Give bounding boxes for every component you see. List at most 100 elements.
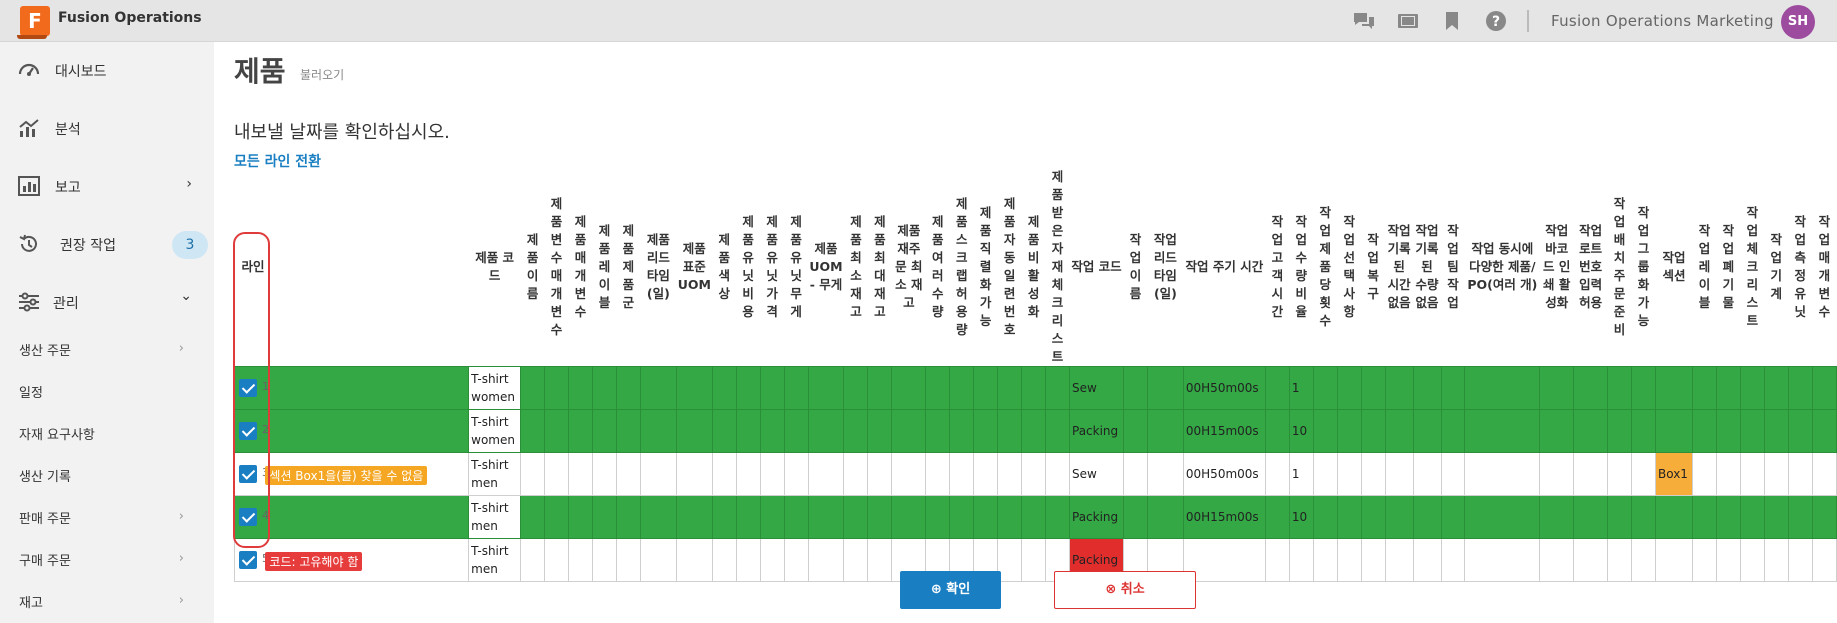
sidebar-item-reports[interactable]: 보고 › xyxy=(0,166,214,206)
sidebar-sub-production-records[interactable]: 생산 기록 xyxy=(0,460,214,490)
table-cell xyxy=(1384,452,1414,496)
page-title: 제품 xyxy=(234,55,286,88)
table-cell xyxy=(591,452,617,496)
history-icon xyxy=(18,233,40,255)
table-cell xyxy=(675,366,713,410)
table-cell xyxy=(1336,495,1362,539)
table-cell xyxy=(544,366,570,410)
table-cell xyxy=(1739,452,1765,496)
table-cell xyxy=(1739,495,1765,539)
video-icon[interactable] xyxy=(1397,10,1419,32)
table-row[interactable]: 5코드: 고유해야 함T-shirt menPacking xyxy=(234,538,1837,582)
table-row[interactable]: 3섹션 Box1을(를) 찾을 수 없음T-shirt menSew00H50m… xyxy=(234,452,1837,496)
column-header: 작업 복구 xyxy=(1367,232,1379,301)
sidebar-sub-schedule[interactable]: 일정 xyxy=(0,376,214,406)
table-cell xyxy=(1122,409,1148,453)
table-cell xyxy=(1573,452,1609,496)
table-cell xyxy=(925,452,951,496)
column-header: 제품 유닛 무게 xyxy=(790,214,802,319)
table-cell xyxy=(973,409,999,453)
chat-icon[interactable] xyxy=(1353,10,1375,32)
table-cell xyxy=(891,452,927,496)
table-cell xyxy=(1021,452,1047,496)
column-header: 작업 체크리스트 xyxy=(1746,205,1759,328)
column-header: 제품 받은 자재 체크리스트 xyxy=(1051,169,1064,364)
sidebar-sub-label: 생산 기록 xyxy=(19,470,71,485)
column-header xyxy=(271,168,468,367)
chevron-down-icon: ⌄ xyxy=(180,288,192,304)
sidebar-item-recommended[interactable]: 권장 작업 3 xyxy=(0,224,214,264)
sidebar-sub-label: 생산 주문 xyxy=(19,344,71,359)
column-header: 제품 유닛 가격 xyxy=(766,214,778,319)
sidebar-item-analytics[interactable]: 분석 xyxy=(0,108,214,148)
section-cell xyxy=(1654,538,1693,582)
table-cell xyxy=(520,409,546,453)
row-checkbox[interactable] xyxy=(239,379,257,397)
table-cell xyxy=(615,495,641,539)
fusion-logo[interactable]: F xyxy=(17,6,50,39)
table-cell xyxy=(867,495,893,539)
table-cell xyxy=(1122,495,1148,539)
table-cell xyxy=(843,495,869,539)
sidebar-sub-production-orders[interactable]: 생산 주문 › xyxy=(0,334,214,364)
table-cell xyxy=(1691,495,1717,539)
column-header: 작업 폐기물 xyxy=(1722,223,1735,310)
table-cell xyxy=(1607,495,1633,539)
row-checkbox[interactable] xyxy=(239,508,257,526)
column-header: 제품 이름 xyxy=(526,232,539,301)
table-cell xyxy=(997,366,1023,410)
table-cell xyxy=(711,495,737,539)
table-cell xyxy=(783,409,809,453)
table-cell xyxy=(1787,409,1813,453)
cancel-button[interactable]: ⊗ 취소 xyxy=(1054,571,1196,609)
avatar[interactable]: SH xyxy=(1781,5,1815,39)
cycle-time-cell: 00H15m00s xyxy=(1182,409,1266,453)
column-header: 제품 여러 수량 xyxy=(932,214,944,319)
app-title[interactable]: Fusion Operations xyxy=(58,10,202,26)
sidebar-sub-material-requirements[interactable]: 자재 요구사항 xyxy=(0,418,214,448)
table-cell xyxy=(1787,495,1813,539)
op-code-cell: Packing xyxy=(1069,495,1124,539)
line-cell: 4 xyxy=(234,495,272,539)
row-checkbox[interactable] xyxy=(239,465,257,483)
table-cell xyxy=(1440,538,1466,582)
table-cell xyxy=(1811,538,1837,582)
table-cell xyxy=(675,452,713,496)
table-cell xyxy=(1146,366,1184,410)
help-icon[interactable]: ? xyxy=(1485,10,1507,32)
qty-ratio-cell: 1 xyxy=(1288,366,1314,410)
table-cell xyxy=(1360,409,1386,453)
org-name[interactable]: Fusion Operations Marketing xyxy=(1551,12,1774,30)
table-cell xyxy=(1264,452,1290,496)
column-header: 작업 팀 작업 xyxy=(1447,223,1459,310)
sidebar-sub-purchase-orders[interactable]: 구매 주문 › xyxy=(0,544,214,574)
top-bar: F Fusion Operations ? Fusion Operations … xyxy=(0,0,1837,42)
sidebar-item-dashboard[interactable]: 대시보드 xyxy=(0,50,214,90)
table-row[interactable]: 1 T-shirt women Sew 00H50m00s 1 xyxy=(234,366,1837,410)
table-cell xyxy=(1312,452,1338,496)
table-cell xyxy=(1464,366,1541,410)
row-checkbox[interactable] xyxy=(239,422,257,440)
table-cell xyxy=(1715,366,1741,410)
column-header: 작업 배치 주문 준비 xyxy=(1613,196,1626,337)
table-cell xyxy=(973,366,999,410)
sidebar-item-manage[interactable]: 관리 ⌄ xyxy=(0,282,214,322)
sidebar-sub-sales-orders[interactable]: 판매 주문 › xyxy=(0,502,214,532)
table-row[interactable]: 2 T-shirt women Packing 00H15m00s 10 xyxy=(234,409,1837,453)
section-cell xyxy=(1654,495,1693,539)
column-header: 제품 유닛 비용 xyxy=(742,214,754,319)
bookmark-icon[interactable] xyxy=(1441,10,1463,32)
table-row[interactable]: 4 T-shirt men Packing 00H15m00s 10 xyxy=(234,495,1837,539)
table-cell xyxy=(1264,366,1290,410)
sidebar-sub-inventory[interactable]: 재고 › xyxy=(0,586,214,616)
table-cell xyxy=(1021,409,1047,453)
table-cell xyxy=(925,409,951,453)
table-cell xyxy=(925,366,951,410)
column-header: 작업 고객 시간 xyxy=(1271,214,1284,319)
confirm-button[interactable]: ⊕ 확인 xyxy=(900,571,1001,609)
table-cell xyxy=(639,452,677,496)
table-cell xyxy=(891,495,927,539)
table-cell xyxy=(997,495,1023,539)
column-header: 작업 기록된 수량 없음 xyxy=(1415,223,1439,310)
row-checkbox[interactable] xyxy=(239,551,257,569)
